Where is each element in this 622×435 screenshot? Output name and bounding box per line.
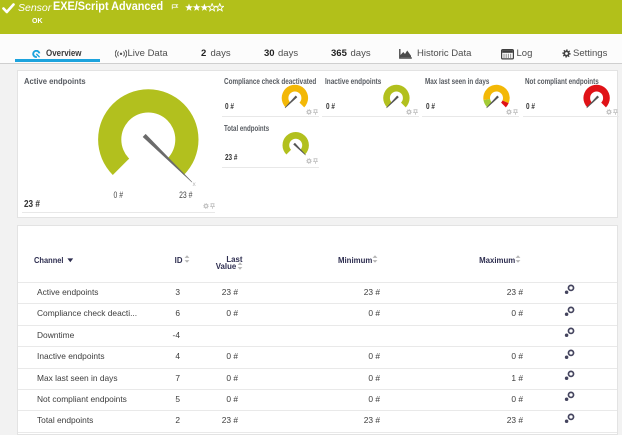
svg-text:x: x	[193, 181, 197, 188]
